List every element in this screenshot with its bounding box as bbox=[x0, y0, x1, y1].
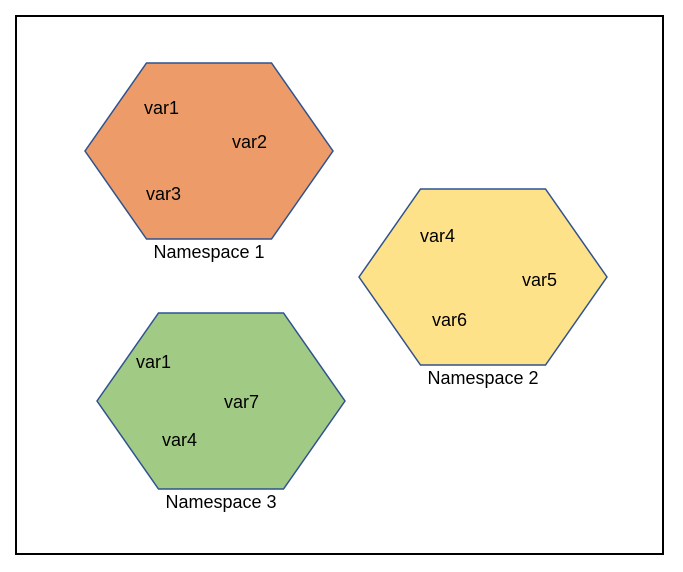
diagram-frame: Namespace 1 var1 var2 var3 Namespace 2 v… bbox=[0, 0, 683, 572]
namespace-3-hexagon bbox=[96, 312, 346, 490]
namespace-2-group: Namespace 2 var4 var5 var6 bbox=[358, 188, 608, 366]
hexagon-shape bbox=[85, 63, 333, 239]
namespace-3-var1: var1 bbox=[136, 352, 171, 373]
namespace-3-label: Namespace 3 bbox=[96, 492, 346, 513]
namespace-1-var2: var2 bbox=[232, 132, 267, 153]
namespace-3-var7: var7 bbox=[224, 392, 259, 413]
namespace-3-group: Namespace 3 var1 var7 var4 bbox=[96, 312, 346, 490]
namespace-1-group: Namespace 1 var1 var2 var3 bbox=[84, 62, 334, 240]
namespace-1-var3: var3 bbox=[146, 184, 181, 205]
namespace-2-hexagon bbox=[358, 188, 608, 366]
hexagon-shape bbox=[97, 313, 345, 489]
namespace-1-label: Namespace 1 bbox=[84, 242, 334, 263]
hexagon-shape bbox=[359, 189, 607, 365]
namespace-1-var1: var1 bbox=[144, 98, 179, 119]
namespace-1-hexagon bbox=[84, 62, 334, 240]
namespace-2-var6: var6 bbox=[432, 310, 467, 331]
namespace-2-var5: var5 bbox=[522, 270, 557, 291]
namespace-2-label: Namespace 2 bbox=[358, 368, 608, 389]
namespace-2-var4: var4 bbox=[420, 226, 455, 247]
namespace-3-var4: var4 bbox=[162, 430, 197, 451]
